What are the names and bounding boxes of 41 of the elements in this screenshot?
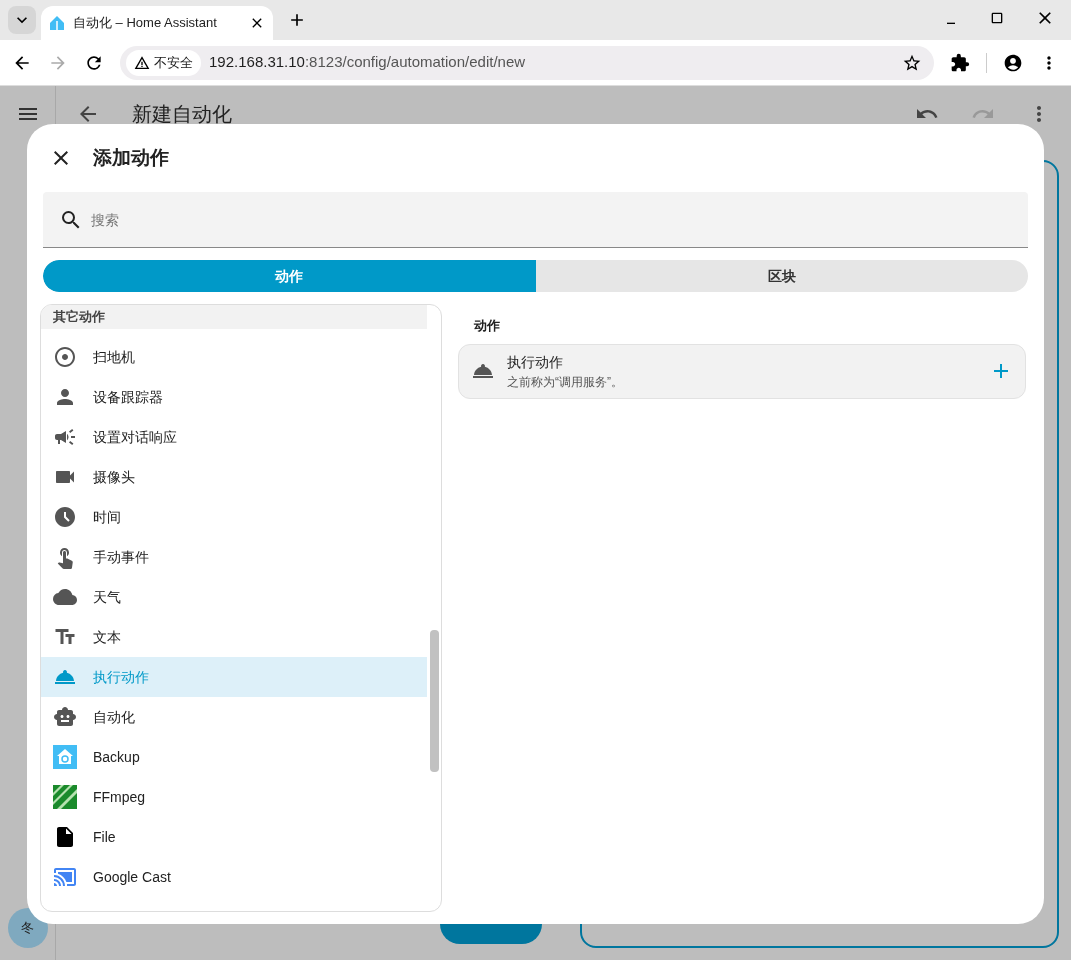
security-chip[interactable]: 不安全 <box>126 49 201 76</box>
clock-icon <box>53 505 77 529</box>
address-bar[interactable]: 不安全 192.168.31.10:8123/config/automation/edit/new <box>120 45 934 80</box>
section-title: 动作 <box>474 317 501 335</box>
browser-tab[interactable]: 自动化 – Home Assistant <box>41 6 273 40</box>
list-item[interactable]: File <box>41 817 427 857</box>
list-item[interactable]: 天气 <box>41 577 427 617</box>
house-logo-icon <box>49 15 65 31</box>
striped-square-icon <box>53 785 77 809</box>
list-item[interactable]: 手动事件 <box>41 537 427 577</box>
list-item[interactable]: 时间 <box>41 497 427 537</box>
group-header: 其它动作 <box>41 305 427 329</box>
robot-icon <box>53 705 77 729</box>
list-item[interactable]: FFmpeg <box>41 777 427 817</box>
avatar[interactable]: 冬 <box>7 908 48 948</box>
list-item[interactable]: 设置对话响应 <box>41 417 427 457</box>
segment-tab[interactable]: 区块 <box>535 260 1028 292</box>
maximize-icon[interactable] <box>989 10 1005 26</box>
card-title: 执行动作 <box>507 352 564 372</box>
house-icon <box>53 745 77 769</box>
card-subtitle: 之前称为“调用服务”。 <box>507 373 624 391</box>
url-text: 192.168.31.10:8123/config/automation/edit/new <box>209 52 526 73</box>
warning-icon <box>134 54 150 71</box>
extensions-icon[interactable] <box>950 52 970 73</box>
list-item[interactable]: 文本 <box>41 617 427 657</box>
list-item[interactable]: 扫地机 <box>41 337 427 377</box>
list-item[interactable]: Backup <box>41 737 427 777</box>
security-label: 不安全 <box>154 53 193 72</box>
list-item[interactable]: 自动化 <box>41 697 427 737</box>
list-item[interactable]: 设备跟踪器 <box>41 377 427 417</box>
page-title: 新建自动化 <box>132 102 233 127</box>
search-field[interactable]: 搜索 <box>43 192 1028 248</box>
tab-list-button[interactable] <box>8 6 36 34</box>
profile-icon[interactable] <box>1003 52 1023 73</box>
list-item[interactable]: 摄像头 <box>41 457 427 497</box>
dialog-title: 添加动作 <box>93 145 169 170</box>
cast-icon <box>53 865 77 889</box>
tab-title: 自动化 – Home Assistant <box>73 14 218 33</box>
list-item[interactable]: Google Cast <box>41 857 427 897</box>
vacuum-icon <box>53 345 77 369</box>
action-card[interactable]: 执行动作 之前称为“调用服务”。 <box>458 343 1026 399</box>
